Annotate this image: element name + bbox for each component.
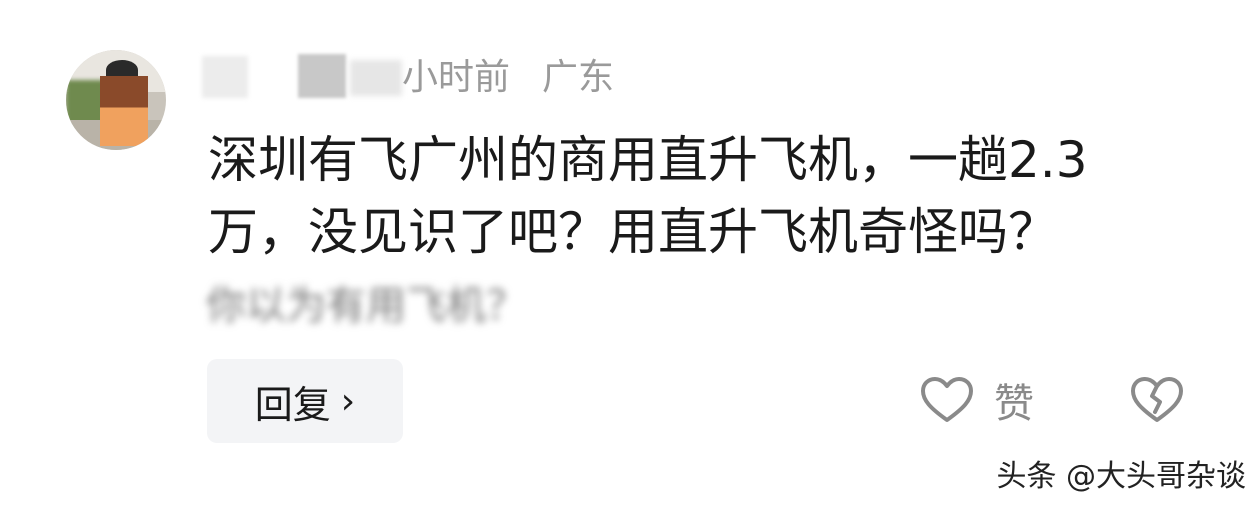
heart-outline-icon — [921, 377, 973, 422]
comment-line: 万，没见识了吧？用直升飞机奇怪吗？ — [208, 203, 1058, 261]
comment-line: 深圳有飞广州的商用直升飞机，一趟2.3 — [208, 131, 1088, 189]
username-blurred[interactable] — [202, 56, 248, 98]
comment-location: 广东 — [542, 57, 615, 98]
comment-body: 深圳有飞广州的商用直升飞机，一趟2.3 万，没见识了吧？用直升飞机奇怪吗？ — [208, 124, 1208, 268]
username-blurred[interactable] — [298, 54, 346, 98]
like-label: 赞 — [994, 381, 1034, 427]
watermark: 头条 @大头哥杂谈 — [996, 459, 1246, 494]
like-button[interactable]: 赞 — [920, 368, 1034, 432]
time-blurred — [350, 60, 402, 96]
avatar[interactable] — [66, 50, 166, 150]
quoted-text-blurred: 你以为有用飞机？ — [206, 283, 526, 329]
comment-time: 小时前 — [402, 57, 511, 98]
avatar-mosaic — [100, 76, 148, 146]
reply-label: 回复 — [254, 382, 331, 427]
broken-heart-icon[interactable] — [1130, 376, 1184, 424]
chevron-right-icon: › — [340, 380, 356, 422]
reply-button[interactable]: 回复 › — [207, 359, 403, 443]
